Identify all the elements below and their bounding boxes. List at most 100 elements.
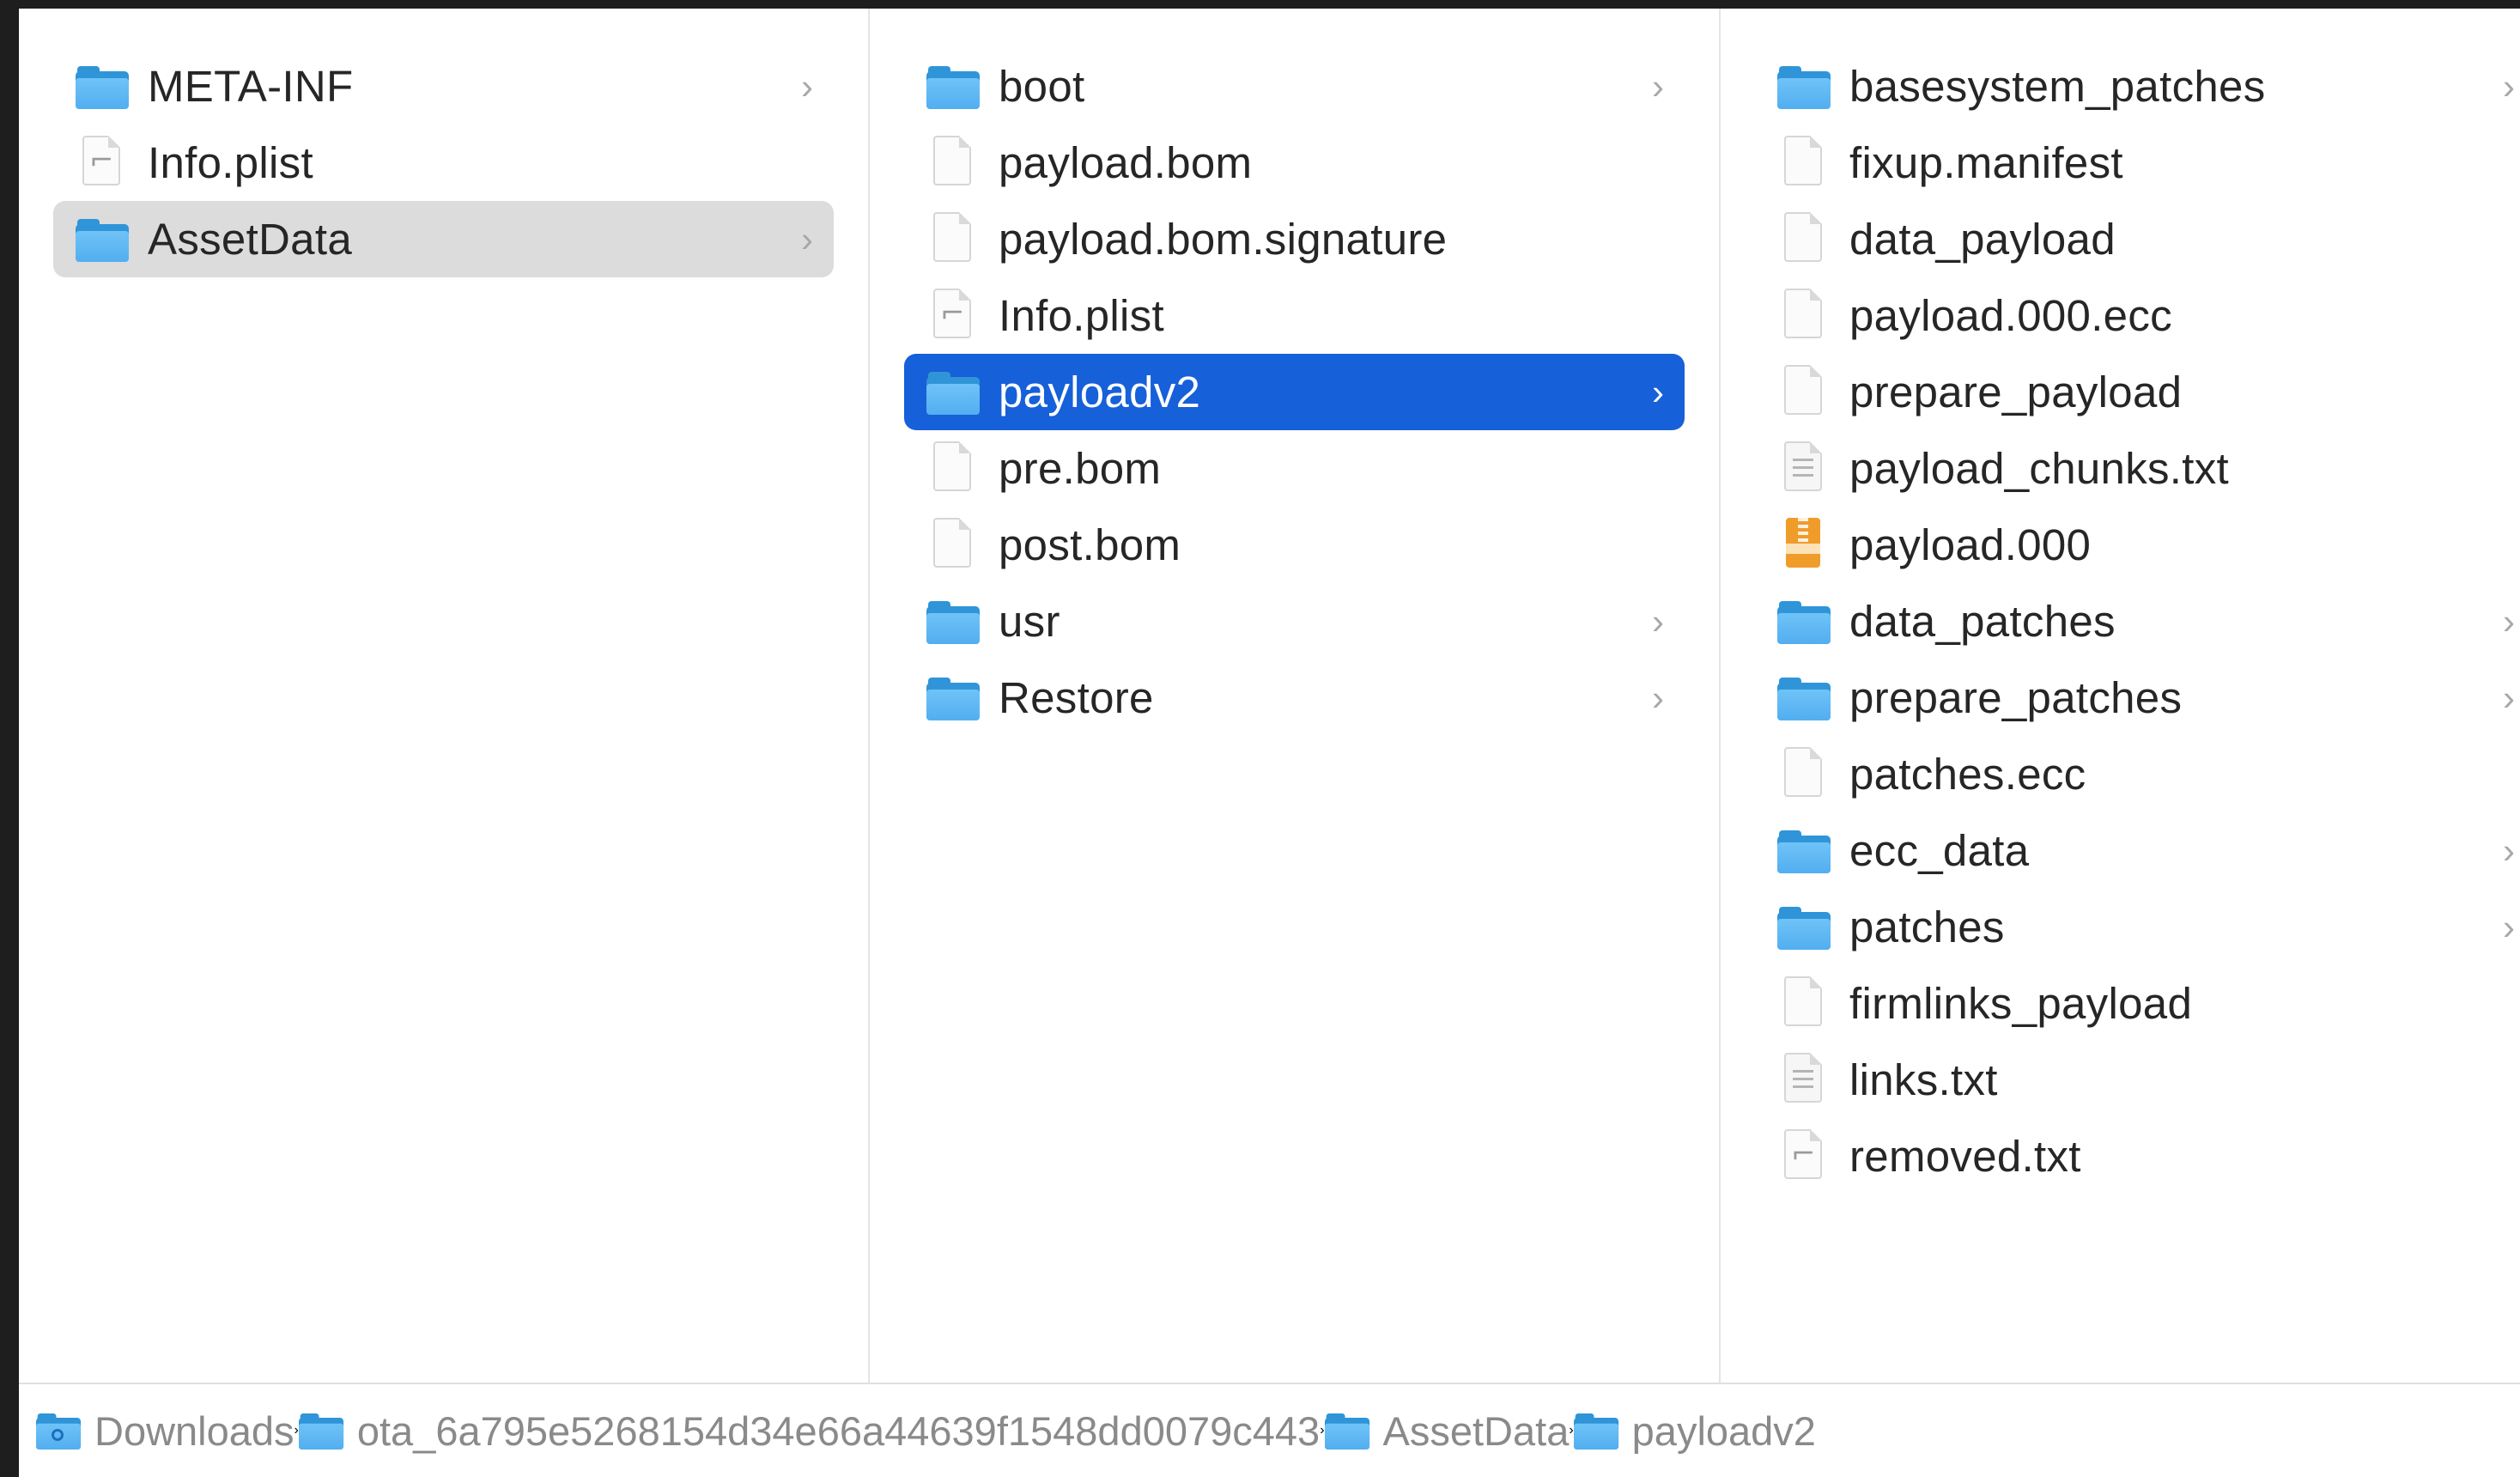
- column-1-list: META-INF › ⌐ Info.plist AssetData ›: [53, 48, 834, 277]
- chevron-right-icon: ›: [1652, 600, 1664, 641]
- item-label: prepare_payload: [1849, 368, 2183, 416]
- item-label: payload.bom.signature: [999, 215, 1448, 264]
- document-icon: [1777, 211, 1829, 262]
- document-icon: [1777, 976, 1829, 1026]
- column-2[interactable]: boot › payload.bom payload.bom.signature ⌐ In…: [870, 9, 1721, 1383]
- item-label: basesystem_patches: [1849, 62, 2266, 111]
- file-row-patches-ecc[interactable]: patches.ecc: [1755, 736, 2520, 812]
- chevron-right-icon: ›: [1652, 65, 1664, 106]
- file-row-payload-000-ecc[interactable]: payload.000.ecc: [1755, 277, 2520, 354]
- item-label: patches: [1849, 903, 2005, 951]
- document-icon: [1777, 746, 1829, 797]
- chevron-right-icon: ›: [2503, 677, 2515, 718]
- chevron-right-icon: ›: [801, 218, 813, 259]
- breadcrumb-ota-6a795e5268154d34[interactable]: ota_6a795e5268154d34e66a44639f1548dd0079…: [298, 1407, 1321, 1455]
- folder-icon: [76, 217, 129, 262]
- breadcrumb-downloads[interactable]: Downloads: [36, 1407, 295, 1455]
- item-label: payloadv2: [999, 368, 1201, 416]
- item-label: prepare_patches: [1849, 673, 2183, 722]
- breadcrumb-label: AssetData: [1382, 1407, 1570, 1454]
- file-row-firmlinks-payload[interactable]: firmlinks_payload: [1755, 965, 2520, 1042]
- folder-row-prepare-patches[interactable]: prepare_patches ›: [1755, 659, 2520, 736]
- item-label: payload.000: [1849, 520, 2092, 569]
- downloads-folder-icon: [36, 1412, 82, 1450]
- breadcrumb-label: payloadv2: [1631, 1407, 1816, 1454]
- item-label: Info.plist: [148, 138, 313, 187]
- item-label: removed.txt: [1849, 1132, 2081, 1181]
- chevron-right-icon: ›: [1652, 371, 1664, 412]
- folder-row-restore[interactable]: Restore ›: [904, 659, 1685, 736]
- folder-row-meta-inf[interactable]: META-INF ›: [53, 48, 834, 125]
- item-label: usr: [999, 597, 1060, 646]
- file-row-data-payload[interactable]: data_payload: [1755, 201, 2520, 277]
- item-label: AssetData: [148, 215, 352, 264]
- item-label: boot: [999, 62, 1085, 111]
- document-icon: [926, 211, 978, 262]
- finder-window: META-INF › ⌐ Info.plist AssetData › boot › payl…: [19, 9, 2520, 1477]
- document-icon: [926, 441, 978, 491]
- path-bar: Downloads › ota_6a795e5268154d34e66a44639f…: [19, 1383, 2520, 1477]
- folder-row-data-patches[interactable]: data_patches ›: [1755, 583, 2520, 659]
- plist-document-icon: ⌐: [76, 135, 127, 185]
- breadcrumb-assetdata[interactable]: AssetData: [1324, 1407, 1570, 1455]
- file-row-prepare-payload[interactable]: prepare_payload: [1755, 354, 2520, 430]
- file-row-links-txt[interactable]: links.txt: [1755, 1042, 2520, 1118]
- archive-icon: [1777, 517, 1829, 568]
- folder-icon: [1777, 905, 1831, 950]
- file-row-info-plist[interactable]: ⌐ Info.plist: [53, 125, 834, 201]
- item-label: META-INF: [148, 62, 354, 111]
- folder-row-payloadv2[interactable]: payloadv2 ›: [904, 354, 1685, 430]
- folder-row-boot[interactable]: boot ›: [904, 48, 1685, 125]
- folder-row-assetdata[interactable]: AssetData ›: [53, 201, 834, 277]
- file-row-payload-bom-signature[interactable]: payload.bom.signature: [904, 201, 1685, 277]
- folder-row-basesystem-patches[interactable]: basesystem_patches ›: [1755, 48, 2520, 125]
- item-label: firmlinks_payload: [1849, 979, 2193, 1028]
- item-label: data_payload: [1849, 215, 2116, 264]
- folder-icon: [1777, 64, 1831, 109]
- folder-icon: [1777, 599, 1831, 644]
- column-3[interactable]: basesystem_patches › fixup.manifest data_pa…: [1721, 9, 2520, 1383]
- folder-icon: [76, 64, 129, 109]
- file-row-fixup-manifest[interactable]: fixup.manifest: [1755, 125, 2520, 201]
- item-label: payload_chunks.txt: [1849, 444, 2230, 493]
- chevron-right-icon: ›: [2503, 830, 2515, 871]
- folder-icon: [926, 64, 980, 109]
- chevron-right-icon: ›: [801, 65, 813, 106]
- folder-row-ecc-data[interactable]: ecc_data ›: [1755, 812, 2520, 889]
- chevron-right-icon: ›: [2503, 65, 2515, 106]
- file-row-pre-bom[interactable]: pre.bom: [904, 430, 1685, 507]
- file-row-post-bom[interactable]: post.bom: [904, 507, 1685, 583]
- file-row-info-plist[interactable]: ⌐ Info.plist: [904, 277, 1685, 354]
- document-icon: [1777, 135, 1829, 185]
- document-icon: [1777, 364, 1829, 415]
- folder-icon: [298, 1412, 343, 1450]
- folder-icon: [1324, 1412, 1369, 1450]
- breadcrumb-payloadv2[interactable]: payloadv2: [1573, 1407, 1816, 1455]
- column-1[interactable]: META-INF › ⌐ Info.plist AssetData ›: [19, 9, 870, 1383]
- breadcrumb-label: ota_6a795e5268154d34e66a44639f1548dd0079…: [356, 1407, 1321, 1454]
- file-row-payload-bom[interactable]: payload.bom: [904, 125, 1685, 201]
- file-row-payload-000[interactable]: payload.000: [1755, 507, 2520, 583]
- document-icon: [926, 517, 978, 568]
- item-label: payload.000.ecc: [1849, 291, 2172, 340]
- chevron-right-icon: ›: [2503, 906, 2515, 947]
- folder-icon: [1777, 829, 1831, 873]
- chevron-right-icon: ›: [2503, 600, 2515, 641]
- item-label: data_patches: [1849, 597, 2116, 646]
- column-browser: META-INF › ⌐ Info.plist AssetData › boot › payl…: [19, 9, 2520, 1383]
- column-2-list: boot › payload.bom payload.bom.signature ⌐ In…: [904, 48, 1685, 736]
- plist-document-icon: ⌐: [1777, 1128, 1829, 1179]
- folder-row-usr[interactable]: usr ›: [904, 583, 1685, 659]
- item-label: patches.ecc: [1849, 750, 2086, 799]
- item-label: links.txt: [1849, 1055, 1998, 1104]
- item-label: post.bom: [999, 520, 1181, 569]
- folder-row-patches[interactable]: patches ›: [1755, 889, 2520, 965]
- file-row-removed-txt[interactable]: ⌐ removed.txt: [1755, 1118, 2520, 1194]
- folder-icon: [926, 676, 980, 720]
- file-row-payload-chunks-txt[interactable]: payload_chunks.txt: [1755, 430, 2520, 507]
- document-icon: [926, 135, 978, 185]
- text-document-icon: [1777, 441, 1829, 491]
- folder-icon: [926, 599, 980, 644]
- item-label: Info.plist: [999, 291, 1164, 340]
- chevron-right-icon: ›: [1652, 677, 1664, 718]
